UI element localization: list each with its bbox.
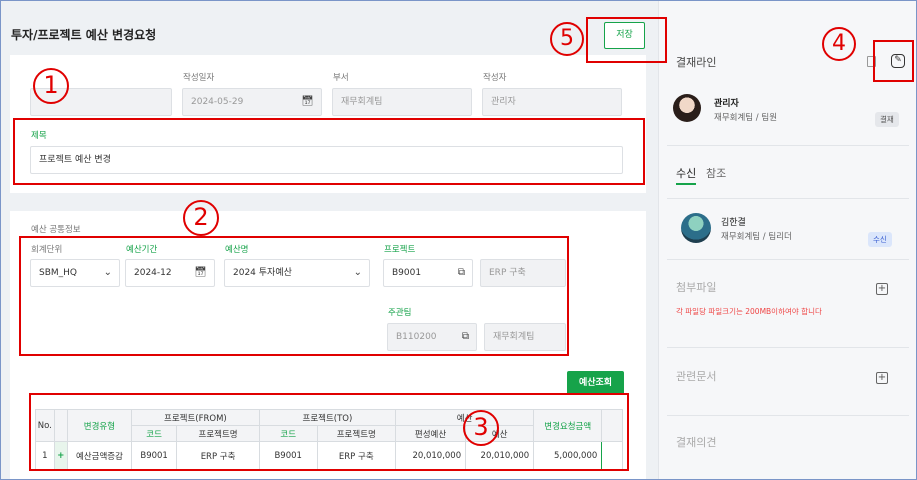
attachment-title: 첨부파일	[676, 281, 717, 294]
annotation-box-1	[13, 118, 645, 185]
date-label: 작성일자	[183, 73, 215, 83]
add-attachment-icon[interactable]: +	[876, 283, 888, 295]
date-field[interactable]: 2024-05-29 📅︎	[182, 88, 322, 116]
page-title: 투자/프로젝트 예산 변경요청	[11, 28, 157, 42]
tab-reference[interactable]: 참조	[706, 165, 726, 181]
annotation-marker-2: 2	[183, 200, 219, 236]
dept-value: 재무회계팀	[341, 97, 383, 107]
annotation-box-5	[586, 17, 667, 63]
dept-label: 부서	[333, 73, 349, 83]
author-field: 관리자	[482, 88, 622, 116]
divider	[667, 347, 909, 348]
annotation-marker-5: 5	[550, 22, 584, 56]
approval-line-title: 결재라인	[676, 56, 717, 69]
author-label: 작성자	[483, 73, 507, 83]
annotation-marker-3: 3	[463, 410, 499, 446]
dept-field: 재무회계팀	[332, 88, 472, 116]
divider	[667, 145, 909, 146]
attachment-note: 각 파일당 파일크기는 200MB이하여야 합니다	[676, 307, 822, 316]
annotation-box-3	[29, 393, 629, 471]
approver-name: 관리자	[714, 99, 739, 109]
budget-section-label: 예산 공통정보	[31, 225, 81, 235]
annotation-box-2	[19, 236, 569, 356]
receiver-name: 김한결	[721, 218, 746, 228]
receiver-dept: 재무회계팀 / 팀리더	[721, 232, 792, 242]
annotation-box-4	[873, 40, 914, 82]
budget-query-button[interactable]: 예산조회	[567, 371, 624, 395]
annotation-marker-4: 4	[822, 27, 856, 61]
receiver-avatar	[681, 213, 711, 243]
approval-opinion-title: 결재의견	[676, 436, 717, 449]
receive-badge: 수신	[868, 232, 892, 247]
add-related-doc-icon[interactable]: +	[876, 372, 888, 384]
divider	[667, 198, 909, 199]
author-value: 관리자	[491, 97, 516, 107]
divider	[667, 415, 909, 416]
date-value: 2024-05-29	[191, 97, 244, 107]
divider	[667, 259, 909, 260]
calendar-icon[interactable]: 📅︎	[301, 89, 314, 115]
approval-badge: 결재	[875, 112, 899, 127]
approver-avatar	[673, 94, 701, 122]
annotation-marker-1: 1	[33, 68, 69, 104]
related-docs-title: 관련문서	[676, 370, 717, 383]
tab-receive[interactable]: 수신	[676, 165, 697, 185]
approver-dept: 재무회계팀 / 팀원	[714, 113, 778, 123]
